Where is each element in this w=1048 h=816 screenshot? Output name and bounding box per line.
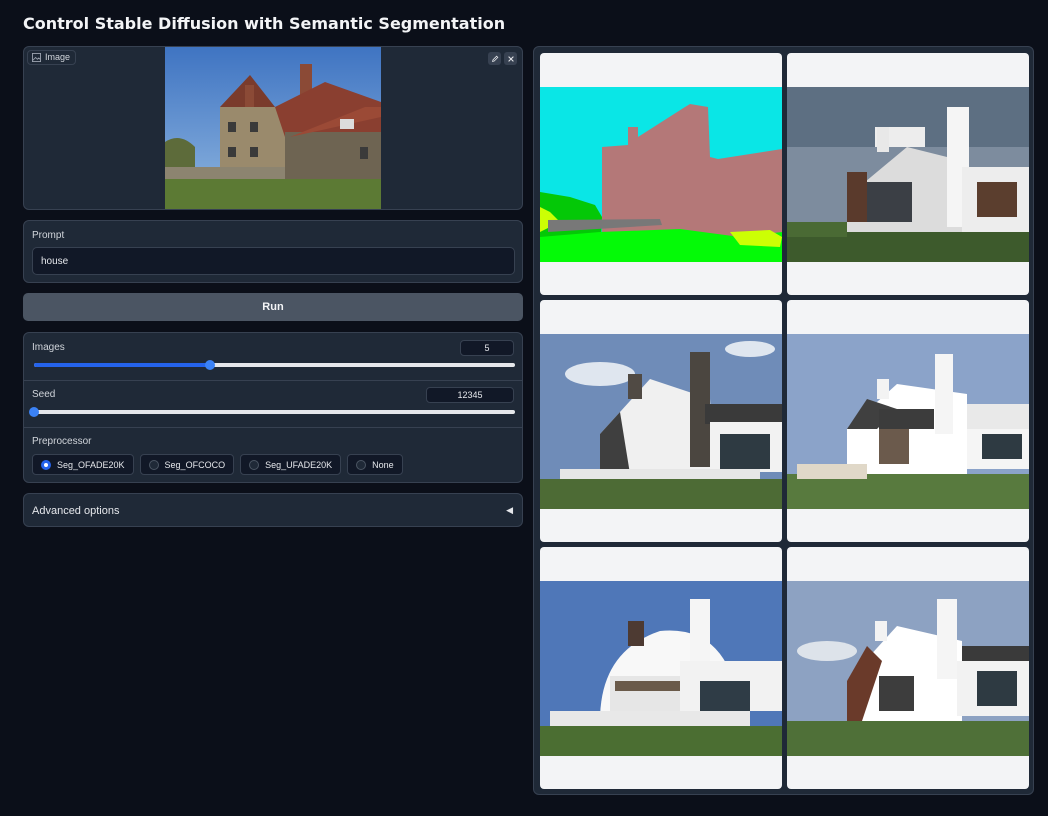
radio-option-label: Seg_OFCOCO	[164, 459, 226, 470]
segmentation-map-image	[540, 87, 782, 262]
edit-image-button[interactable]	[488, 52, 501, 65]
settings-panel: Images 5 Seed 12345 Preprocessor Seg_OFA…	[23, 332, 523, 483]
radio-option-label: Seg_OFADE20K	[57, 459, 125, 470]
gallery-item-generated-2[interactable]	[540, 300, 782, 542]
gallery-item-generated-5[interactable]	[787, 547, 1029, 789]
generated-house-image	[787, 334, 1029, 509]
radio-button[interactable]	[356, 459, 367, 470]
radio-option-label: None	[372, 459, 394, 470]
seed-slider[interactable]	[29, 407, 515, 417]
radio-option-seg-ofcoco[interactable]: Seg_OFCOCO	[139, 454, 235, 475]
seed-slider-handle[interactable]	[29, 407, 39, 417]
prompt-label: Prompt	[32, 230, 65, 241]
radio-option-seg-ufade20k[interactable]: Seg_UFADE20K	[240, 454, 342, 475]
gallery-item-generated-4[interactable]	[540, 547, 782, 789]
radio-option-seg-ofade20k[interactable]: Seg_OFADE20K	[32, 454, 134, 475]
collapse-arrow-icon: ◀	[506, 505, 513, 515]
images-slider-handle[interactable]	[205, 360, 216, 370]
advanced-options-accordion[interactable]: Advanced options ◀	[23, 493, 523, 527]
divider	[24, 427, 522, 428]
radio-option-label: Seg_UFADE20K	[265, 459, 333, 470]
prompt-input[interactable]	[32, 247, 515, 275]
clear-image-button[interactable]	[504, 52, 517, 65]
gallery-item-segmentation[interactable]	[540, 53, 782, 295]
preprocessor-label: Preprocessor	[32, 436, 92, 447]
image-label: Image	[45, 52, 71, 62]
advanced-options-label: Advanced options	[32, 505, 120, 517]
image-label-badge: Image	[27, 50, 77, 65]
seed-number-input[interactable]: 12345	[426, 387, 514, 403]
gallery-item-generated-3[interactable]	[787, 300, 1029, 542]
radio-option-none[interactable]: None	[347, 454, 403, 475]
radio-button[interactable]	[148, 459, 159, 470]
seed-label: Seed	[32, 389, 56, 400]
radio-button[interactable]	[249, 459, 260, 470]
prompt-panel: Prompt	[23, 220, 523, 283]
generated-house-image	[787, 581, 1029, 756]
generated-house-image	[787, 87, 1029, 262]
preprocessor-radio-group: Seg_OFADE20K Seg_OFCOCO Seg_UFADE20K Non…	[32, 454, 403, 475]
output-gallery	[533, 46, 1034, 795]
generated-house-image	[540, 581, 782, 756]
page-title: Control Stable Diffusion with Semantic S…	[23, 14, 506, 33]
input-house-photo	[165, 47, 381, 209]
images-number-input[interactable]: 5	[460, 340, 514, 356]
run-button[interactable]: Run	[23, 293, 523, 321]
image-icon	[32, 52, 41, 62]
image-input-panel[interactable]: Image	[23, 46, 523, 210]
generated-house-image	[540, 334, 782, 509]
pencil-icon	[491, 55, 498, 62]
divider	[24, 380, 522, 381]
images-slider[interactable]	[34, 360, 515, 370]
images-slider-fill	[34, 363, 211, 367]
images-label: Images	[32, 342, 65, 353]
gallery-item-generated-1[interactable]	[787, 53, 1029, 295]
close-icon	[507, 55, 514, 62]
radio-button[interactable]	[41, 459, 51, 470]
